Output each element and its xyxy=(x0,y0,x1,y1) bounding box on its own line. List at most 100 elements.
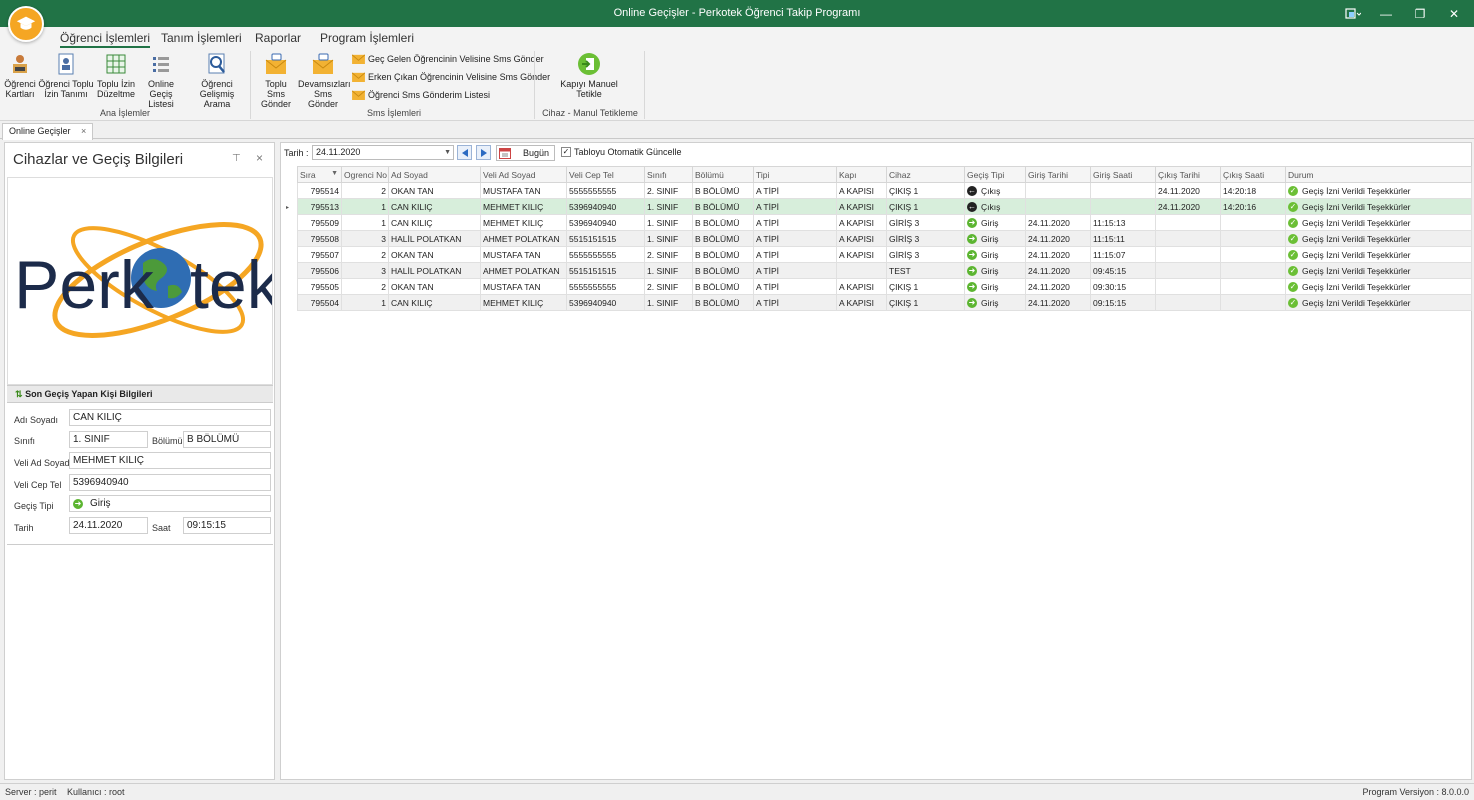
table-cell[interactable]: ÇIKIŞ 1 xyxy=(886,182,965,199)
table-cell[interactable]: 24.11.2020 xyxy=(1025,278,1091,295)
table-cell[interactable]: AHMET POLATKAN xyxy=(480,230,567,247)
table-cell[interactable]: 24.11.2020 xyxy=(1025,230,1091,247)
tab-raporlar[interactable]: Raporlar xyxy=(255,31,301,45)
table-cell[interactable]: ✓ Geçiş İzni Verildi Teşekkürler xyxy=(1285,182,1472,199)
table-cell[interactable]: CAN KILIÇ xyxy=(388,214,481,231)
table-cell[interactable]: 3 xyxy=(341,262,389,279)
table-cell[interactable] xyxy=(1155,278,1221,295)
table-cell[interactable]: OKAN TAN xyxy=(388,278,481,295)
table-cell[interactable]: 5555555555 xyxy=(566,278,645,295)
table-cell[interactable]: A KAPISI xyxy=(836,214,887,231)
auto-update-checkbox[interactable]: ✓ Tabloyu Otomatik Güncelle xyxy=(561,147,682,157)
table-row[interactable]: 795507 2 OKAN TAN MUSTAFA TAN 5555555555 2. S… xyxy=(297,246,1472,263)
table-cell[interactable]: ➜ Giriş xyxy=(964,246,1026,263)
table-cell[interactable]: B BÖLÜMÜ xyxy=(692,230,754,247)
table-row[interactable]: 795514 2 OKAN TAN MUSTAFA TAN 5555555555 2. S… xyxy=(297,182,1472,199)
window-options-button[interactable] xyxy=(1338,0,1368,27)
table-cell[interactable]: 14:20:16 xyxy=(1220,198,1286,215)
table-cell[interactable] xyxy=(1220,278,1286,295)
table-cell[interactable]: 11:15:11 xyxy=(1090,230,1156,247)
table-cell[interactable]: 2 xyxy=(341,246,389,263)
table-cell[interactable]: A KAPISI xyxy=(836,198,887,215)
table-cell[interactable]: AHMET POLATKAN xyxy=(480,262,567,279)
table-cell[interactable]: GİRİŞ 3 xyxy=(886,214,965,231)
table-cell[interactable]: 2 xyxy=(341,278,389,295)
erken-cikan-sms-item[interactable]: Erken Çıkan Öğrencinin Velisine Sms Gönd… xyxy=(352,71,550,82)
next-day-button[interactable] xyxy=(476,145,491,160)
panel-close-icon[interactable]: × xyxy=(256,151,263,165)
table-cell[interactable] xyxy=(1155,230,1221,247)
table-cell[interactable]: 24.11.2020 xyxy=(1155,198,1221,215)
table-cell[interactable] xyxy=(1220,214,1286,231)
table-cell[interactable]: A TİPİ xyxy=(753,182,837,199)
previous-day-button[interactable] xyxy=(457,145,472,160)
table-cell[interactable]: B BÖLÜMÜ xyxy=(692,214,754,231)
table-cell[interactable]: A TİPİ xyxy=(753,198,837,215)
table-cell[interactable]: B BÖLÜMÜ xyxy=(692,246,754,263)
table-cell[interactable]: 24.11.2020 xyxy=(1025,246,1091,263)
table-cell[interactable]: ➜ Giriş xyxy=(964,294,1026,311)
table-cell[interactable]: ✓ Geçiş İzni Verildi Teşekkürler xyxy=(1285,278,1472,295)
table-cell[interactable]: OKAN TAN xyxy=(388,182,481,199)
table-cell[interactable]: 5396940940 xyxy=(566,214,645,231)
table-cell[interactable]: B BÖLÜMÜ xyxy=(692,198,754,215)
table-cell[interactable]: ➜ Giriş xyxy=(964,262,1026,279)
column-header[interactable]: Giriş Tarihi xyxy=(1025,166,1091,183)
maximize-button[interactable]: ❐ xyxy=(1406,0,1434,27)
gec-gelen-sms-item[interactable]: Geç Gelen Öğrencinin Velisine Sms Gönder xyxy=(352,53,544,64)
tab-ogrenci-islemleri[interactable]: Öğrenci İşlemleri xyxy=(60,31,151,48)
table-cell[interactable]: ✓ Geçiş İzni Verildi Teşekkürler xyxy=(1285,230,1472,247)
table-cell[interactable]: OKAN TAN xyxy=(388,246,481,263)
table-cell[interactable] xyxy=(1220,230,1286,247)
table-cell[interactable]: ✓ Geçiş İzni Verildi Teşekkürler xyxy=(1285,262,1472,279)
table-cell[interactable]: MUSTAFA TAN xyxy=(480,246,567,263)
table-cell[interactable]: 795513 xyxy=(297,198,342,215)
table-cell[interactable]: 24.11.2020 xyxy=(1025,294,1091,311)
minimize-button[interactable]: — xyxy=(1372,0,1400,27)
table-cell[interactable]: 1 xyxy=(341,214,389,231)
table-cell[interactable]: MEHMET KILIÇ xyxy=(480,198,567,215)
column-header[interactable]: Veli Cep Tel xyxy=(566,166,645,183)
column-header[interactable]: Bölümü xyxy=(692,166,754,183)
table-cell[interactable]: ➜ Giriş xyxy=(964,230,1026,247)
column-header[interactable]: Sınıfı xyxy=(644,166,693,183)
table-cell[interactable]: 795505 xyxy=(297,278,342,295)
table-cell[interactable]: 795507 xyxy=(297,246,342,263)
table-cell[interactable]: 1 xyxy=(341,198,389,215)
tab-close-icon[interactable]: × xyxy=(81,126,86,136)
table-cell[interactable] xyxy=(1025,198,1091,215)
online-gecis-listesi-button[interactable]: Online Geçiş Listesi xyxy=(138,52,184,109)
table-cell[interactable]: HALİL POLATKAN xyxy=(388,230,481,247)
table-cell[interactable]: 795508 xyxy=(297,230,342,247)
table-cell[interactable]: 5555555555 xyxy=(566,182,645,199)
table-cell[interactable]: 1. SINIF xyxy=(644,294,693,311)
table-cell[interactable]: 2. SINIF xyxy=(644,278,693,295)
table-cell[interactable] xyxy=(1090,198,1156,215)
devamsizlari-sms-gonder-button[interactable]: Devamsızları Sms Gönder xyxy=(298,52,351,109)
table-cell[interactable] xyxy=(1220,294,1286,311)
table-cell[interactable]: GİRİŞ 3 xyxy=(886,246,965,263)
veli-cep-tel-field[interactable]: 5396940940 xyxy=(69,474,271,491)
column-header[interactable]: Ogrenci No xyxy=(341,166,389,183)
table-cell[interactable]: MUSTAFA TAN xyxy=(480,278,567,295)
table-cell[interactable]: ➜ Giriş xyxy=(964,278,1026,295)
column-header[interactable]: Ad Soyad xyxy=(388,166,481,183)
table-cell[interactable]: A TİPİ xyxy=(753,214,837,231)
table-cell[interactable]: TEST xyxy=(886,262,965,279)
table-cell[interactable]: B BÖLÜMÜ xyxy=(692,278,754,295)
gecis-tipi-field[interactable]: ➜ Giriş xyxy=(69,495,271,512)
table-cell[interactable] xyxy=(1220,262,1286,279)
table-cell[interactable]: A KAPISI xyxy=(836,246,887,263)
column-header[interactable]: Cihaz xyxy=(886,166,965,183)
table-cell[interactable]: 5515151515 xyxy=(566,262,645,279)
table-cell[interactable]: 11:15:13 xyxy=(1090,214,1156,231)
column-header[interactable]: Veli Ad Soyad xyxy=(480,166,567,183)
table-cell[interactable]: 1 xyxy=(341,294,389,311)
tarih-field[interactable]: 24.11.2020 xyxy=(69,517,148,534)
tab-online-gecisler[interactable]: Online Geçişler × xyxy=(2,123,94,140)
table-cell[interactable]: 5515151515 xyxy=(566,230,645,247)
table-cell[interactable]: ← Çıkış xyxy=(964,182,1026,199)
table-row[interactable]: 795504 1 CAN KILIÇ MEHMET KILIÇ 5396940940 1.… xyxy=(297,294,1472,311)
table-cell[interactable]: ➜ Giriş xyxy=(964,214,1026,231)
column-header[interactable]: Geçiş Tipi xyxy=(964,166,1026,183)
